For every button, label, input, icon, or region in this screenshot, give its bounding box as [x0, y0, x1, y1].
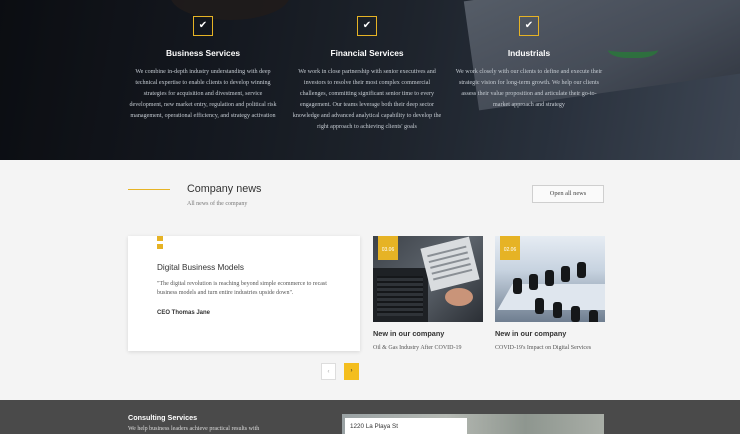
service-title: Business Services: [165, 48, 241, 58]
service-description: We combine in-depth industry understandi…: [129, 69, 277, 119]
service-description: We work closely with our clients to defi…: [455, 69, 603, 108]
news-image-boardroom[interactable]: 02.06: [495, 236, 605, 322]
services-hero: ✔ Business Services We combine in-depth …: [0, 0, 740, 160]
footer: Consulting Services We help business lea…: [0, 400, 740, 434]
news-image-newspaper[interactable]: 03.06: [373, 236, 483, 322]
check-icon: ✔: [519, 16, 539, 36]
news-description: COVID-19's Impact on Digital Services: [495, 345, 592, 351]
quote-icon: [157, 236, 163, 250]
check-icon: ✔: [193, 16, 213, 36]
check-icon: ✔: [357, 16, 377, 36]
news-date-badge: 02.06: [500, 236, 520, 260]
service-title: Financial Services: [330, 48, 404, 58]
company-news-section: Company news All news of the company Ope…: [0, 160, 740, 400]
news-card[interactable]: 02.06 New in our company COVID-19's Impa…: [495, 236, 605, 351]
news-title[interactable]: New in our company: [495, 329, 605, 338]
map-address-box: 1220 La Playa St: [345, 418, 467, 434]
quote-card: Digital Business Models "The digital rev…: [128, 236, 360, 351]
previous-page-button[interactable]: ‹: [321, 363, 336, 380]
news-description: Oil & Gas Industry After COVID-19: [373, 345, 462, 351]
service-industrials: ✔ Industrials We work closely with our c…: [454, 16, 604, 111]
service-description: We work in close partnership with senior…: [292, 69, 442, 130]
footer-title: Consulting Services: [128, 413, 198, 422]
quote-author: CEO Thomas Jane: [157, 310, 211, 316]
news-date-badge: 03.06: [378, 236, 398, 260]
footer-description: We help business leaders achieve practic…: [128, 426, 260, 432]
next-page-button[interactable]: ›: [344, 363, 359, 380]
news-title[interactable]: New in our company: [373, 329, 483, 338]
service-financial: ✔ Financial Services We work in close pa…: [292, 16, 442, 133]
section-accent-line: [128, 189, 170, 190]
section-title: Company news: [187, 183, 262, 195]
open-all-news-button[interactable]: Open all news: [532, 185, 604, 203]
service-title: Industrials: [507, 48, 551, 58]
news-card[interactable]: 03.06 New in our company Oil & Gas Indus…: [373, 236, 483, 351]
section-subtitle: All news of the company: [187, 201, 248, 207]
quote-text: "The digital revolution is reaching beyo…: [157, 281, 327, 296]
service-business: ✔ Business Services We combine in-depth …: [128, 16, 278, 122]
quote-title: Digital Business Models: [157, 263, 244, 272]
